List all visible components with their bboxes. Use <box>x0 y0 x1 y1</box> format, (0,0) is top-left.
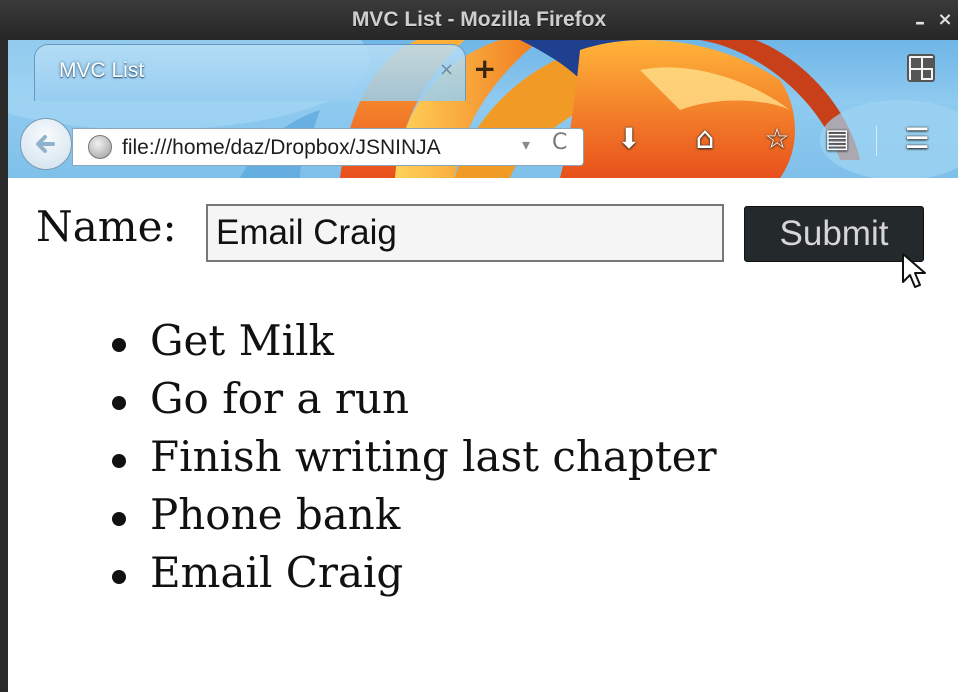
tab-groups-icon[interactable] <box>907 54 935 82</box>
globe-icon <box>88 135 112 159</box>
mouse-pointer-icon <box>902 253 926 288</box>
window-titlebar[interactable]: MVC List - Mozilla Firefox – × <box>0 0 958 40</box>
home-icon[interactable]: ⌂ <box>688 122 722 156</box>
bullet-icon <box>112 338 126 352</box>
toolbar-separator <box>876 126 877 156</box>
list-item-text: Go for a run <box>150 374 410 423</box>
menu-icon[interactable]: ☰ <box>900 122 934 156</box>
list-item: Finish writing last chapter <box>102 428 717 486</box>
tab-label: MVC List <box>59 59 145 82</box>
name-input[interactable] <box>206 204 724 262</box>
list-item-text: Finish writing last chapter <box>150 432 717 481</box>
close-window-button[interactable]: × <box>933 0 957 40</box>
list-item: Phone bank <box>102 486 717 544</box>
reload-icon[interactable]: C <box>552 130 567 155</box>
back-button[interactable] <box>20 118 72 170</box>
bullet-icon <box>112 512 126 526</box>
window-title: MVC List - Mozilla Firefox <box>351 8 607 31</box>
list-item: Email Craig <box>102 544 717 602</box>
bookmark-star-icon[interactable]: ☆ <box>760 122 794 156</box>
bullet-icon <box>112 454 126 468</box>
back-arrow-icon <box>36 135 55 153</box>
bullet-icon <box>112 396 126 410</box>
bullet-icon <box>112 570 126 584</box>
url-input[interactable]: file:///home/daz/Dropbox/JSNINJA <box>122 134 512 162</box>
url-dropdown-icon[interactable]: ▾ <box>522 135 530 154</box>
todo-list: Get Milk Go for a run Finish writing las… <box>102 312 717 602</box>
new-tab-button[interactable]: + <box>473 55 496 83</box>
reader-list-icon[interactable]: ▤ <box>820 122 854 156</box>
minimize-button[interactable]: – <box>908 0 932 40</box>
list-item-text: Phone bank <box>150 490 401 539</box>
window-border <box>0 40 8 692</box>
tab-mvc-list[interactable]: MVC List × <box>34 44 466 101</box>
list-item-text: Email Craig <box>150 548 404 597</box>
page-content: Name: Submit Get Milk Go for a run Finis… <box>8 180 958 692</box>
download-icon[interactable]: ⬇ <box>612 122 646 156</box>
tab-close-icon[interactable]: × <box>439 59 454 80</box>
list-item-text: Get Milk <box>150 316 334 365</box>
submit-button[interactable]: Submit <box>744 206 924 262</box>
list-item: Get Milk <box>102 312 717 370</box>
list-item: Go for a run <box>102 370 717 428</box>
name-label: Name: <box>36 202 177 251</box>
